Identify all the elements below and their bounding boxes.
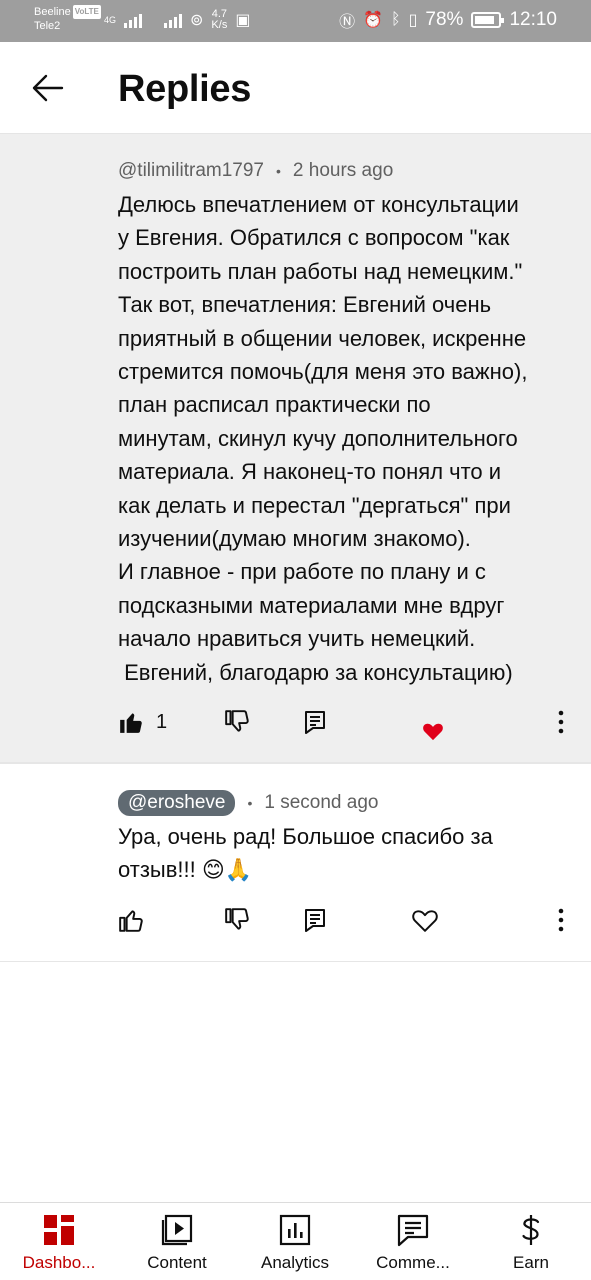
nav-label: Content	[147, 1253, 207, 1272]
volte-badge: VoLTE	[72, 5, 101, 19]
comment-line: у Евгения. Обратился с вопросом "как	[118, 225, 510, 251]
comment-meta: @tilimilitram1797 • 2 hours ago	[118, 160, 393, 182]
comment-line: подсказными материалами мне вдруг	[118, 592, 505, 618]
comment-line: Так вот, впечатления: Евгений очень	[118, 292, 492, 318]
more-vertical-icon	[558, 908, 564, 932]
nav-item-content[interactable]: Content	[118, 1203, 236, 1280]
comment-line: построить план работы над немецким."	[118, 258, 523, 284]
arrow-left-icon	[32, 74, 64, 102]
app-bar: Replies	[0, 42, 591, 134]
like-button[interactable]	[118, 900, 144, 940]
comment-author[interactable]: @tilimilitram1797	[118, 160, 264, 182]
nav-label: Dashbo...	[22, 1253, 96, 1272]
network-indicators: 4G ⊚ 4.7 K/s ▣	[104, 9, 250, 31]
comment-line: Евгений, благодарю за консультацию)	[118, 659, 513, 685]
comment-line: И главное - при работе по плану и с	[118, 559, 486, 585]
comment-actions: 1	[0, 702, 591, 742]
signal-1-icon	[124, 12, 143, 28]
page-title: Replies	[118, 68, 252, 110]
reply-button[interactable]	[304, 702, 326, 742]
reply-button[interactable]	[304, 900, 326, 940]
comment-meta: @erosheve • 1 second ago	[118, 790, 378, 816]
comment-time: 2 hours ago	[292, 160, 394, 181]
nav-item-analytics[interactable]: Analytics	[236, 1203, 354, 1280]
dislike-button[interactable]	[224, 900, 250, 940]
analytics-icon	[279, 1214, 311, 1246]
thumb-up-icon	[119, 910, 143, 932]
carrier-2: Tele2	[34, 20, 61, 32]
comment-line: Делюсь впечатлением от консультации	[118, 192, 519, 217]
comment-time: 1 second ago	[264, 792, 379, 813]
more-options-button[interactable]	[554, 702, 568, 742]
more-options-button[interactable]	[554, 900, 568, 940]
comment-line: приятный в общении человек, искренне	[118, 325, 527, 351]
meta-separator: •	[247, 795, 253, 811]
comment-line: начало нравиться учить немецкий.	[118, 626, 476, 652]
battery-icon	[471, 12, 505, 28]
content-icon	[161, 1214, 193, 1246]
hotspot-icon: ⊚	[190, 12, 204, 29]
status-bar: Beeline VoLTE Tele2 4G ⊚ 4.7 K/s ▣ Ⓝ ⏰ ᛒ …	[0, 0, 591, 42]
back-button[interactable]	[28, 68, 68, 108]
battery-percent: 78%	[425, 9, 464, 30]
nav-item-dashboard[interactable]: Dashbo...	[0, 1203, 118, 1280]
nav-label: Earn	[513, 1253, 549, 1272]
bluetooth-icon: ᛒ	[391, 11, 401, 28]
carrier-info: Beeline VoLTE Tele2	[34, 5, 101, 33]
network-type: 4G	[104, 14, 117, 25]
comment-actions	[0, 900, 591, 940]
comment-line: стремится помочь(для меня это важно),	[118, 359, 528, 385]
reply-comment-icon	[305, 909, 325, 932]
reply-comment: @erosheve • 1 second ago Ура, очень рад!…	[0, 762, 591, 962]
heart-filled-icon	[423, 723, 443, 741]
notification-icon: ▣	[235, 12, 251, 29]
nfc-icon: Ⓝ	[339, 14, 356, 31]
reply-comment-icon	[305, 711, 325, 734]
alarm-icon: ⏰	[363, 12, 383, 29]
thumb-down-icon	[225, 710, 249, 732]
thumb-down-icon	[225, 908, 249, 930]
creator-heart-button[interactable]	[422, 711, 444, 751]
meta-separator: •	[276, 163, 281, 179]
nav-label: Analytics	[260, 1253, 330, 1272]
clock: 12:10	[509, 9, 557, 30]
speed-unit: K/s	[211, 19, 228, 31]
heart-button[interactable]	[412, 900, 438, 940]
comment-line: материала. Я наконец-то понял что и	[118, 459, 502, 485]
dashboard-icon	[44, 1215, 74, 1245]
comment-author-chip[interactable]: @erosheve	[118, 790, 236, 816]
like-count: 1	[156, 710, 168, 733]
dollar-icon	[522, 1215, 540, 1245]
comment-text: Ура, очень рад! Большое спасибо за отзыв…	[118, 820, 568, 887]
carrier-1: Beeline	[34, 6, 71, 18]
bottom-navigation: Dashbo... Content Analytics Comme... Ear…	[0, 1202, 591, 1280]
parent-comment: @tilimilitram1797 • 2 hours ago Делюсь в…	[0, 134, 591, 762]
comment-line: Ура, очень рад! Большое спасибо за	[118, 824, 493, 849]
comment-line: изучении(думаю многим знакомо).	[118, 526, 471, 552]
comment-line: план расписал практически по	[118, 392, 431, 418]
nav-item-comments[interactable]: Comme...	[354, 1203, 472, 1280]
vibrate-icon: ▯	[408, 12, 418, 29]
thumb-up-filled-icon	[120, 713, 142, 733]
comment-line: минутам, скинул кучу дополнительного	[118, 425, 518, 451]
network-speed: 4.7 K/s	[211, 9, 227, 31]
like-button[interactable]: 1	[118, 702, 167, 742]
more-vertical-icon	[558, 710, 564, 734]
nav-item-earn[interactable]: Earn	[472, 1203, 590, 1280]
comment-line: отзыв!!! 😊🙏	[118, 857, 253, 883]
system-indicators: Ⓝ ⏰ ᛒ ▯ 78% 12:10	[339, 8, 557, 32]
dislike-button[interactable]	[224, 702, 250, 742]
comment-line: как делать и перестал "дергаться" при	[118, 492, 511, 518]
heart-outline-icon	[412, 910, 438, 932]
nav-label: Comme...	[376, 1253, 450, 1272]
signal-2-icon	[164, 12, 183, 28]
comments-icon	[397, 1214, 429, 1247]
comment-text: Делюсь впечатлением от консультации у Ев…	[118, 188, 568, 689]
